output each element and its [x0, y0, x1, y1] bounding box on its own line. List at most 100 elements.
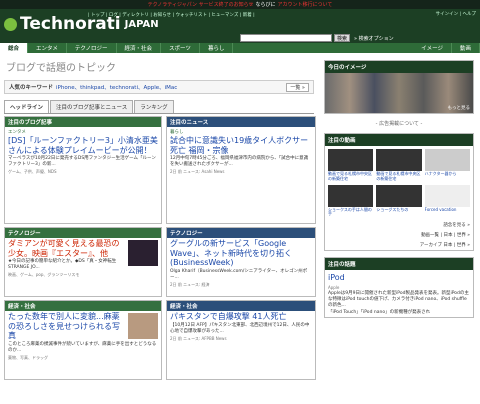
- tab-blog-news[interactable]: 注目のブログ記事とニュース: [50, 100, 134, 113]
- card-title[interactable]: 試合中に意識失い19歳タイ人ボクサー死亡 福岡・宗像: [170, 136, 312, 155]
- card-title[interactable]: [DS]「ルーンファクトリー3」小清水亜美さんによる体験プレイムービーが公開！: [8, 136, 158, 155]
- search-bar: 検索 » 検索オプション: [240, 34, 394, 42]
- card-header: テクノロジー: [167, 228, 315, 238]
- video-title: 注目の動画: [325, 134, 473, 146]
- video-thumb[interactable]: [424, 149, 470, 171]
- video-caption[interactable]: 動画で見る札幌市中央区の新築住宅: [328, 171, 373, 182]
- video-thumb[interactable]: [328, 184, 374, 207]
- article-card: 経済・社会 たった数年で別人に変貌...麻薬の恐ろしさを見せつけられる写真 この…: [4, 300, 162, 380]
- topic-title: 注目の話題: [325, 258, 473, 271]
- topic-text: Appleは9月9日に開催された新型iPod製品発表を発表。新型iPodの主な特…: [328, 291, 469, 309]
- video-item[interactable]: ショークスの手は人間の手: [328, 184, 374, 218]
- nav-tab-videos[interactable]: 動画: [452, 43, 480, 53]
- video-caption[interactable]: ショークスの手は人間の手: [328, 207, 373, 218]
- card-header: 経済・社会: [167, 301, 315, 311]
- card-text: このところ麻薬の撲滅事件が続いていますが、麻薬に手を出すとどうなるのか...: [8, 341, 157, 353]
- announcement-part3[interactable]: アカウント移行について: [278, 1, 333, 8]
- card-tag[interactable]: エンタメ: [8, 129, 158, 135]
- video-item[interactable]: 動画で見る札幌市中央区の新築住宅: [328, 149, 374, 182]
- search-input[interactable]: [240, 34, 332, 42]
- ad-link[interactable]: - 広告掲載について -: [324, 120, 474, 127]
- article-card: 経済・社会 パキスタンで自爆攻撃 41人死亡 【10月12日 AFP】パキスタン…: [166, 300, 316, 380]
- topic-heading[interactable]: iPod: [328, 273, 470, 282]
- content-tabs: ヘッドライン 注目のブログ記事とニュース ランキング: [4, 100, 314, 114]
- sidebar: 今日のイメージ もっと見る - 広告掲載について - 注目の動画 動画で見る札幌…: [324, 60, 474, 324]
- video-caption[interactable]: ショーグスたちの: [376, 207, 421, 213]
- nav-tab-general[interactable]: 総合: [0, 43, 29, 53]
- archive-link[interactable]: アーカイブ 日本 | 世界 »: [325, 240, 473, 250]
- topic-box: 注目の話題 iPod Apple Appleは9月9日に開催された新型iPod製…: [324, 257, 474, 319]
- video-thumb[interactable]: [328, 149, 374, 171]
- keyword-items[interactable]: iPhone、thinkpad、technorati、Apple、iMac: [56, 83, 177, 91]
- video-caption[interactable]: ハナクター器から: [425, 171, 470, 177]
- image-of-day-box: 今日のイメージ もっと見る: [324, 60, 474, 114]
- card-header: テクノロジー: [5, 228, 161, 238]
- video-item[interactable]: ショーグスたちの: [376, 184, 422, 218]
- announcement-part2: ならびに: [255, 2, 276, 8]
- article-card: テクノロジー ダミアンが可愛く見える最恐の少女。映画『エスター』、他 ★今日の記…: [4, 227, 162, 297]
- video-list-link[interactable]: 動画一覧 | 日本 | 世界 »: [325, 230, 473, 240]
- image-of-day-title: 今日のイメージ: [325, 61, 473, 73]
- video-more[interactable]: 語念を見る »: [325, 220, 473, 230]
- announcement-bar[interactable]: テクノラティジャパン サービス終了のお知らせ ならびに アカウント移行について: [0, 0, 480, 9]
- page-title: ブログで話題のトピック: [6, 63, 116, 74]
- topic-tag[interactable]: Apple: [328, 285, 470, 290]
- nav-tab-images[interactable]: イメージ: [413, 43, 452, 53]
- card-meta[interactable]: 2日 前 ニュース: AFPBB News: [170, 336, 312, 342]
- card-header: 注目のブログ記事: [5, 117, 161, 127]
- logo-jp: JAPAN: [124, 18, 159, 30]
- card-header: 注目のニュース: [167, 117, 315, 127]
- topic-text-2[interactable]: 「iPod Touch」「iPod nano」の新機種が発表され: [328, 310, 470, 316]
- announcement-part1[interactable]: テクノラティジャパン サービス終了のお知らせ: [148, 1, 254, 8]
- nav-tab-technology[interactable]: テクノロジー: [67, 43, 117, 53]
- video-item[interactable]: ハナクター器から: [424, 149, 470, 182]
- more-images-link[interactable]: もっと見る: [448, 105, 471, 111]
- video-thumb[interactable]: [424, 184, 470, 207]
- header: Technorati JAPAN | トップ | ログ | ディレクトリ | お知…: [0, 9, 480, 43]
- keyword-label: 人気のキーワード: [9, 85, 54, 91]
- card-meta[interactable]: ゲーム、子供、声優、NDS: [8, 169, 158, 175]
- card-header: 経済・社会: [5, 301, 161, 311]
- search-button[interactable]: 検索: [334, 34, 351, 42]
- card-text: 【10月12日 AFP】パキスタン北東部、北西辺境州で12日、人民の中心地で自爆…: [170, 322, 310, 334]
- card-meta[interactable]: 2日 前 ニュース: Asahi News: [170, 169, 312, 175]
- keyword-bar: 人気のキーワード iPhone、thinkpad、technorati、Appl…: [4, 80, 314, 94]
- technorati-logo-icon: [4, 17, 17, 31]
- tab-ranking[interactable]: ランキング: [134, 100, 174, 113]
- video-caption[interactable]: 動画で見る札幌市中央区の新築住宅: [376, 171, 421, 182]
- main-content: ブログで話題のトピック 人気のキーワード iPhone、thinkpad、tec…: [0, 53, 318, 382]
- advanced-search-link[interactable]: » 検索オプション: [354, 35, 394, 42]
- article-thumbnail[interactable]: [128, 240, 158, 266]
- nav-tab-life[interactable]: 暮らし: [200, 43, 234, 53]
- card-title[interactable]: パキスタンで自爆攻撃 41人死亡: [170, 312, 312, 322]
- card-meta[interactable]: 2日 前 ニュース: 経済: [170, 282, 312, 288]
- article-card: 注目のニュース 暮らし 試合中に意識失い19歳タイ人ボクサー死亡 福岡・宗像 1…: [166, 116, 316, 224]
- article-grid: 注目のブログ記事 エンタメ [DS]「ルーンファクトリー3」小清水亜美さんによる…: [4, 116, 316, 380]
- main-nav: 総合 エンタメ テクノロジー 経済・社会 スポーツ 暮らし イメージ 動画: [0, 43, 480, 53]
- video-item[interactable]: 動画で見る札幌市中央区の新築住宅: [376, 149, 422, 182]
- image-strip[interactable]: もっと見る: [325, 73, 473, 113]
- card-title[interactable]: グーグルの新サービス「Google Wave」、ネット新時代を切り拓く(Busi…: [170, 239, 312, 268]
- card-meta[interactable]: 映画、ゲーム、pop、グランツーリスモ: [8, 272, 158, 278]
- card-tag[interactable]: 暮らし: [170, 129, 312, 135]
- video-box: 注目の動画 動画で見る札幌市中央区の新築住宅 動画で見る札幌市中央区の新築住宅 …: [324, 133, 474, 252]
- signin-help-links[interactable]: サインイン | ヘルプ: [436, 11, 476, 17]
- article-card: 注目のブログ記事 エンタメ [DS]「ルーンファクトリー3」小清水亜美さんによる…: [4, 116, 162, 224]
- video-thumb[interactable]: [376, 149, 422, 171]
- keyword-list-button[interactable]: 一覧 »: [286, 83, 309, 92]
- article-thumbnail[interactable]: [128, 313, 158, 339]
- article-card: テクノロジー グーグルの新サービス「Google Wave」、ネット新時代を切り…: [166, 227, 316, 297]
- nav-tab-sports[interactable]: スポーツ: [161, 43, 200, 53]
- top-links[interactable]: | トップ | ログ | ディレクトリ | お知らせ | ウォッチリスト | ヒ…: [88, 12, 255, 18]
- nav-tab-economy[interactable]: 経済・社会: [117, 43, 162, 53]
- video-caption[interactable]: Forced vacation: [425, 207, 470, 213]
- video-item[interactable]: Forced vacation: [424, 184, 470, 218]
- card-text: 12月中旬7時45分ごろ、福岡県福津市内の病院から、「試合中に意識を失い搬送され…: [170, 156, 309, 168]
- tab-headline[interactable]: ヘッドライン: [4, 100, 50, 113]
- video-grid: 動画で見る札幌市中央区の新築住宅 動画で見る札幌市中央区の新築住宅 ハナクター器…: [325, 146, 473, 220]
- card-meta[interactable]: 薬物、写真、ドラッグ: [8, 355, 158, 361]
- video-thumb[interactable]: [376, 184, 422, 207]
- nav-tab-entertainment[interactable]: エンタメ: [28, 43, 67, 53]
- card-text: マーベラスが10月22日に発売するDS用ファンタジー生活ゲーム「ルーンファクトリ…: [8, 156, 156, 168]
